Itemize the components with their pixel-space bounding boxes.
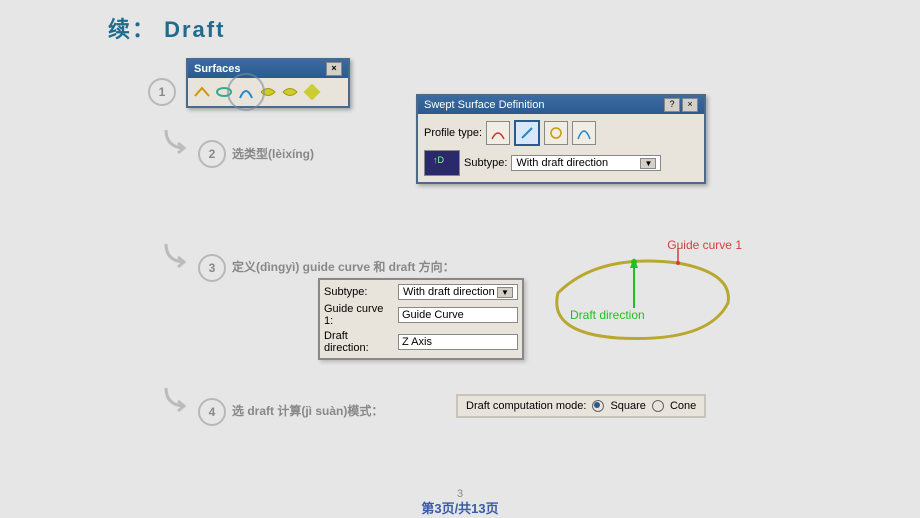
subtype-field-label: Subtype:: [324, 286, 394, 298]
help-icon[interactable]: ?: [664, 98, 680, 112]
cone-radio[interactable]: [652, 400, 664, 412]
subtype-field-value: With draft direction: [403, 286, 495, 298]
close-icon[interactable]: ×: [682, 98, 698, 112]
profile-type-label: Profile type:: [424, 127, 482, 139]
step-2-label: 选类型(lèixíng): [232, 145, 314, 162]
step-4-arrow: [160, 386, 190, 421]
subtype-dropdown[interactable]: With draft direction ▼: [511, 155, 661, 171]
draft-computation-panel: Draft computation mode: Square Cone: [456, 394, 706, 418]
guide-draft-fields-panel: Subtype: With draft direction ▼ Guide cu…: [318, 278, 524, 360]
profile-circle-icon[interactable]: [544, 121, 568, 145]
square-radio[interactable]: [592, 400, 604, 412]
sketch-draft-label: Draft direction: [570, 308, 645, 322]
page-counter: 第3页/共13页: [421, 498, 498, 517]
subtype-label: Subtype:: [464, 157, 507, 169]
profile-explicit-icon[interactable]: [486, 121, 510, 145]
guide-curve-sketch: Guide curve 1 Draft direction: [538, 238, 738, 348]
sweep-icon[interactable]: [236, 82, 256, 102]
surfaces-title-text: Surfaces: [194, 63, 240, 75]
chevron-down-icon: ▼: [497, 287, 513, 298]
extrude-icon[interactable]: [192, 82, 212, 102]
guide-curve-input[interactable]: Guide Curve: [398, 307, 518, 323]
surfaces-titlebar: Surfaces ×: [188, 60, 348, 78]
step-2-circle: 2: [198, 140, 226, 168]
subtype-value: With draft direction: [516, 157, 608, 169]
square-option-label: Square: [610, 400, 645, 412]
cone-option-label: Cone: [670, 400, 696, 412]
surfaces-toolbar: Surfaces ×: [186, 58, 350, 108]
subtype-preview-icon: [424, 150, 460, 176]
step-4-label: 选 draft 计算(jì suàn)模式：: [232, 402, 383, 419]
loft-icon[interactable]: [302, 82, 322, 102]
profile-line-icon[interactable]: [514, 120, 540, 146]
surfaces-icon-row: [188, 78, 348, 106]
swept-dialog-title-text: Swept Surface Definition: [424, 99, 544, 111]
chevron-down-icon: ▼: [640, 158, 656, 169]
fill-icon[interactable]: [280, 82, 300, 102]
profile-conic-icon[interactable]: [572, 121, 596, 145]
step-3-circle: 3: [198, 254, 226, 282]
swept-surface-dialog: Swept Surface Definition ? × Profile typ…: [416, 94, 706, 184]
draft-direction-input[interactable]: Z Axis: [398, 334, 518, 350]
step-3-label: 定义(dìngyì) guide curve 和 draft 方向：: [232, 258, 455, 275]
computation-mode-label: Draft computation mode:: [466, 400, 586, 412]
swept-dialog-titlebar: Swept Surface Definition ? ×: [418, 96, 704, 114]
draft-direction-label: Draft direction:: [324, 330, 394, 354]
step-2-arrow: [160, 128, 190, 163]
step-4-circle: 4: [198, 398, 226, 426]
close-icon[interactable]: ×: [326, 62, 342, 76]
sketch-guide-label: Guide curve 1: [667, 238, 742, 252]
step-3-arrow: [160, 242, 190, 277]
swept-dialog-body: Profile type: Subtype: With draft direct…: [418, 114, 704, 182]
step-1-circle: 1: [148, 78, 176, 106]
page-title: 续： Draft: [108, 12, 225, 44]
subtype-field-dropdown[interactable]: With draft direction ▼: [398, 284, 518, 300]
guide-curve-label: Guide curve 1:: [324, 303, 394, 327]
